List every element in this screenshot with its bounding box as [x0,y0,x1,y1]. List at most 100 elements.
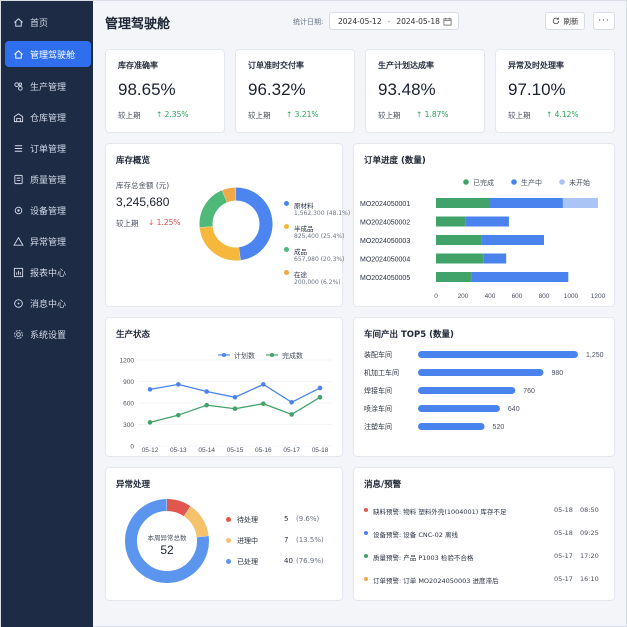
workshop-label: 焊接车间 [364,386,392,395]
inventory-total-value: 3,245,680 [116,195,170,209]
order-bar-segment [562,198,598,208]
legend-name: 进理中 [237,537,258,545]
sidebar-item-label: 异常管理 [30,237,67,248]
sidebar-item-home[interactable]: 首页 [5,9,91,35]
kpi-title: 生产计划达成率 [378,61,434,70]
legend-dot [226,517,231,522]
sidebar-item-label: 报表中心 [30,268,67,279]
inventory-donut-slice [199,226,241,261]
y-tick: 0 [130,444,134,451]
message-date: 05-17 [554,575,573,583]
order-bar-segment [465,216,509,227]
order-label: MO2024050004 [360,257,410,264]
data-point [261,382,266,387]
data-point [204,389,209,394]
production-line-chart: 计划数 完成数 1200 900 600 300 0 05-12 05-13 05-14 05-15… [120,351,332,454]
sidebar-item-orders[interactable]: 订单管理 [5,135,91,161]
sidebar-item-label: 生产管理 [30,82,67,93]
settings-icon [12,328,24,340]
series-line [149,383,321,404]
sidebar-item-messages[interactable]: 消息中心 [5,290,91,316]
order-label: MO2024050003 [360,238,410,245]
order-progress-chart: 已完成 生产中 未开始 MO2024050001 MO2024050002 MO20240… [360,178,606,300]
kpi-delta: ↑ 4.12% [546,110,579,119]
workshop-value: 760 [523,388,535,395]
order-label: MO2024050005 [360,275,410,282]
legend-name: 成品 [294,248,307,256]
sidebar-item-exceptions[interactable]: 异常管理 [5,228,91,254]
message-icon [12,297,24,309]
workshop-bar-chart: 装配车间 1,250 机加工车间 980 焊接车间 760 喷涂车间 640 注塑车间 520 [364,350,604,431]
sidebar-item-dashboard[interactable]: 管理驾驶舱 [5,41,91,67]
message-date: 05-18 [554,529,573,537]
order-tick: 400 [485,293,496,300]
sidebar-item-quality[interactable]: 质量管理 [5,166,91,192]
sidebar-item-reports[interactable]: 报表中心 [5,259,91,285]
refresh-icon [552,17,559,25]
sidebar-item-warehouse[interactable]: 仓库管理 [5,104,91,130]
kpi-compare-label: 较上期 [508,111,531,120]
order-bar-segment [483,253,507,264]
exception-center-value: 52 [160,543,174,557]
refresh-button[interactable]: 刷新 [545,12,585,30]
workshop-value: 520 [493,424,505,431]
production-status-card: 生产状态 计划数 完成数 1200 900 600 300 0 05-12 05-13 05-14… [105,317,343,457]
date-start: 2024-05-12 [338,16,382,26]
legend-name: 在途 [294,271,307,279]
message-time: 17:20 [580,552,599,560]
legend-name: 生产中 [521,178,542,187]
kpi-compare-label: 较上期 [378,111,401,120]
data-point [176,412,181,418]
y-tick: 900 [123,379,134,386]
workshop-value: 640 [508,406,520,413]
legend-dot [222,353,226,357]
legend-dot [226,538,231,543]
x-tick: 05-17 [283,447,300,454]
kpi-card-inventory-accuracy: 库存准确率 98.65% 较上期 ↑ 2.35% [105,49,225,133]
kpi-card-exception-timely: 异常及时处理率 97.10% 较上期 ↑ 4.12% [495,49,615,133]
sidebar-item-label: 首页 [30,18,49,29]
exception-handling-card: 异常处理 本周异常总数 52 待处理 5 (9.6%) 进理中 7 (13.5%) 已处理 4… [105,467,343,601]
x-tick: 05-16 [255,447,272,454]
order-bar-segment [436,272,472,282]
main-content: 管理驾驶舱 统计日期: 2024-05-12 - 2024-05-18 刷新 ·… [93,1,627,627]
order-bar-segment [436,216,466,227]
order-progress-card: 订单进度 (数量) 已完成 生产中 未开始 MO2024050001 MO2024050… [353,143,615,307]
legend-value: 1,562,300 (48.1%) [294,210,351,217]
production-icon [12,80,24,92]
kpi-value: 93.48% [378,80,436,99]
legend-count: 40 [284,557,293,565]
card-title: 异常处理 [116,480,151,490]
date-label: 统计日期: [293,18,324,26]
legend-pct: (76.9%) [296,557,324,565]
sidebar-item-production[interactable]: 生产管理 [5,73,91,99]
data-point [147,387,153,392]
legend-count: 7 [284,536,289,544]
sidebar-item-label: 订单管理 [30,144,67,155]
dashboard-icon [12,48,24,60]
sidebar-item-settings[interactable]: 系统设置 [5,321,91,347]
alert-icon [12,235,24,247]
more-button[interactable]: ··· [593,12,615,30]
card-title: 消息/预警 [364,480,402,490]
warehouse-icon [12,111,24,123]
legend-name: 原材料 [294,202,314,210]
calendar-icon [443,17,452,26]
message-time: 16:10 [580,575,599,583]
date-separator: - [387,16,391,26]
home-icon [12,16,24,28]
equipment-icon [12,204,24,216]
legend-name: 计划数 [234,351,255,360]
app-frame: 首页 管理驾驶舱 生产管理 仓库管理 订单管理 质量管理 设备管理 异常管理 报… [0,0,627,627]
order-label: MO2024050002 [360,220,410,227]
data-point [289,399,294,405]
workshop-label: 注塑车间 [364,422,392,431]
x-tick: 05-18 [312,447,329,454]
kpi-value: 97.10% [508,80,566,99]
sidebar-item-label: 系统设置 [30,330,67,341]
order-bar-segment [436,235,482,245]
message-time: 09:25 [580,529,599,537]
order-tick: 800 [539,293,550,300]
sidebar-item-equipment[interactable]: 设备管理 [5,197,91,223]
date-range-picker[interactable]: 2024-05-12 - 2024-05-18 [329,12,459,30]
